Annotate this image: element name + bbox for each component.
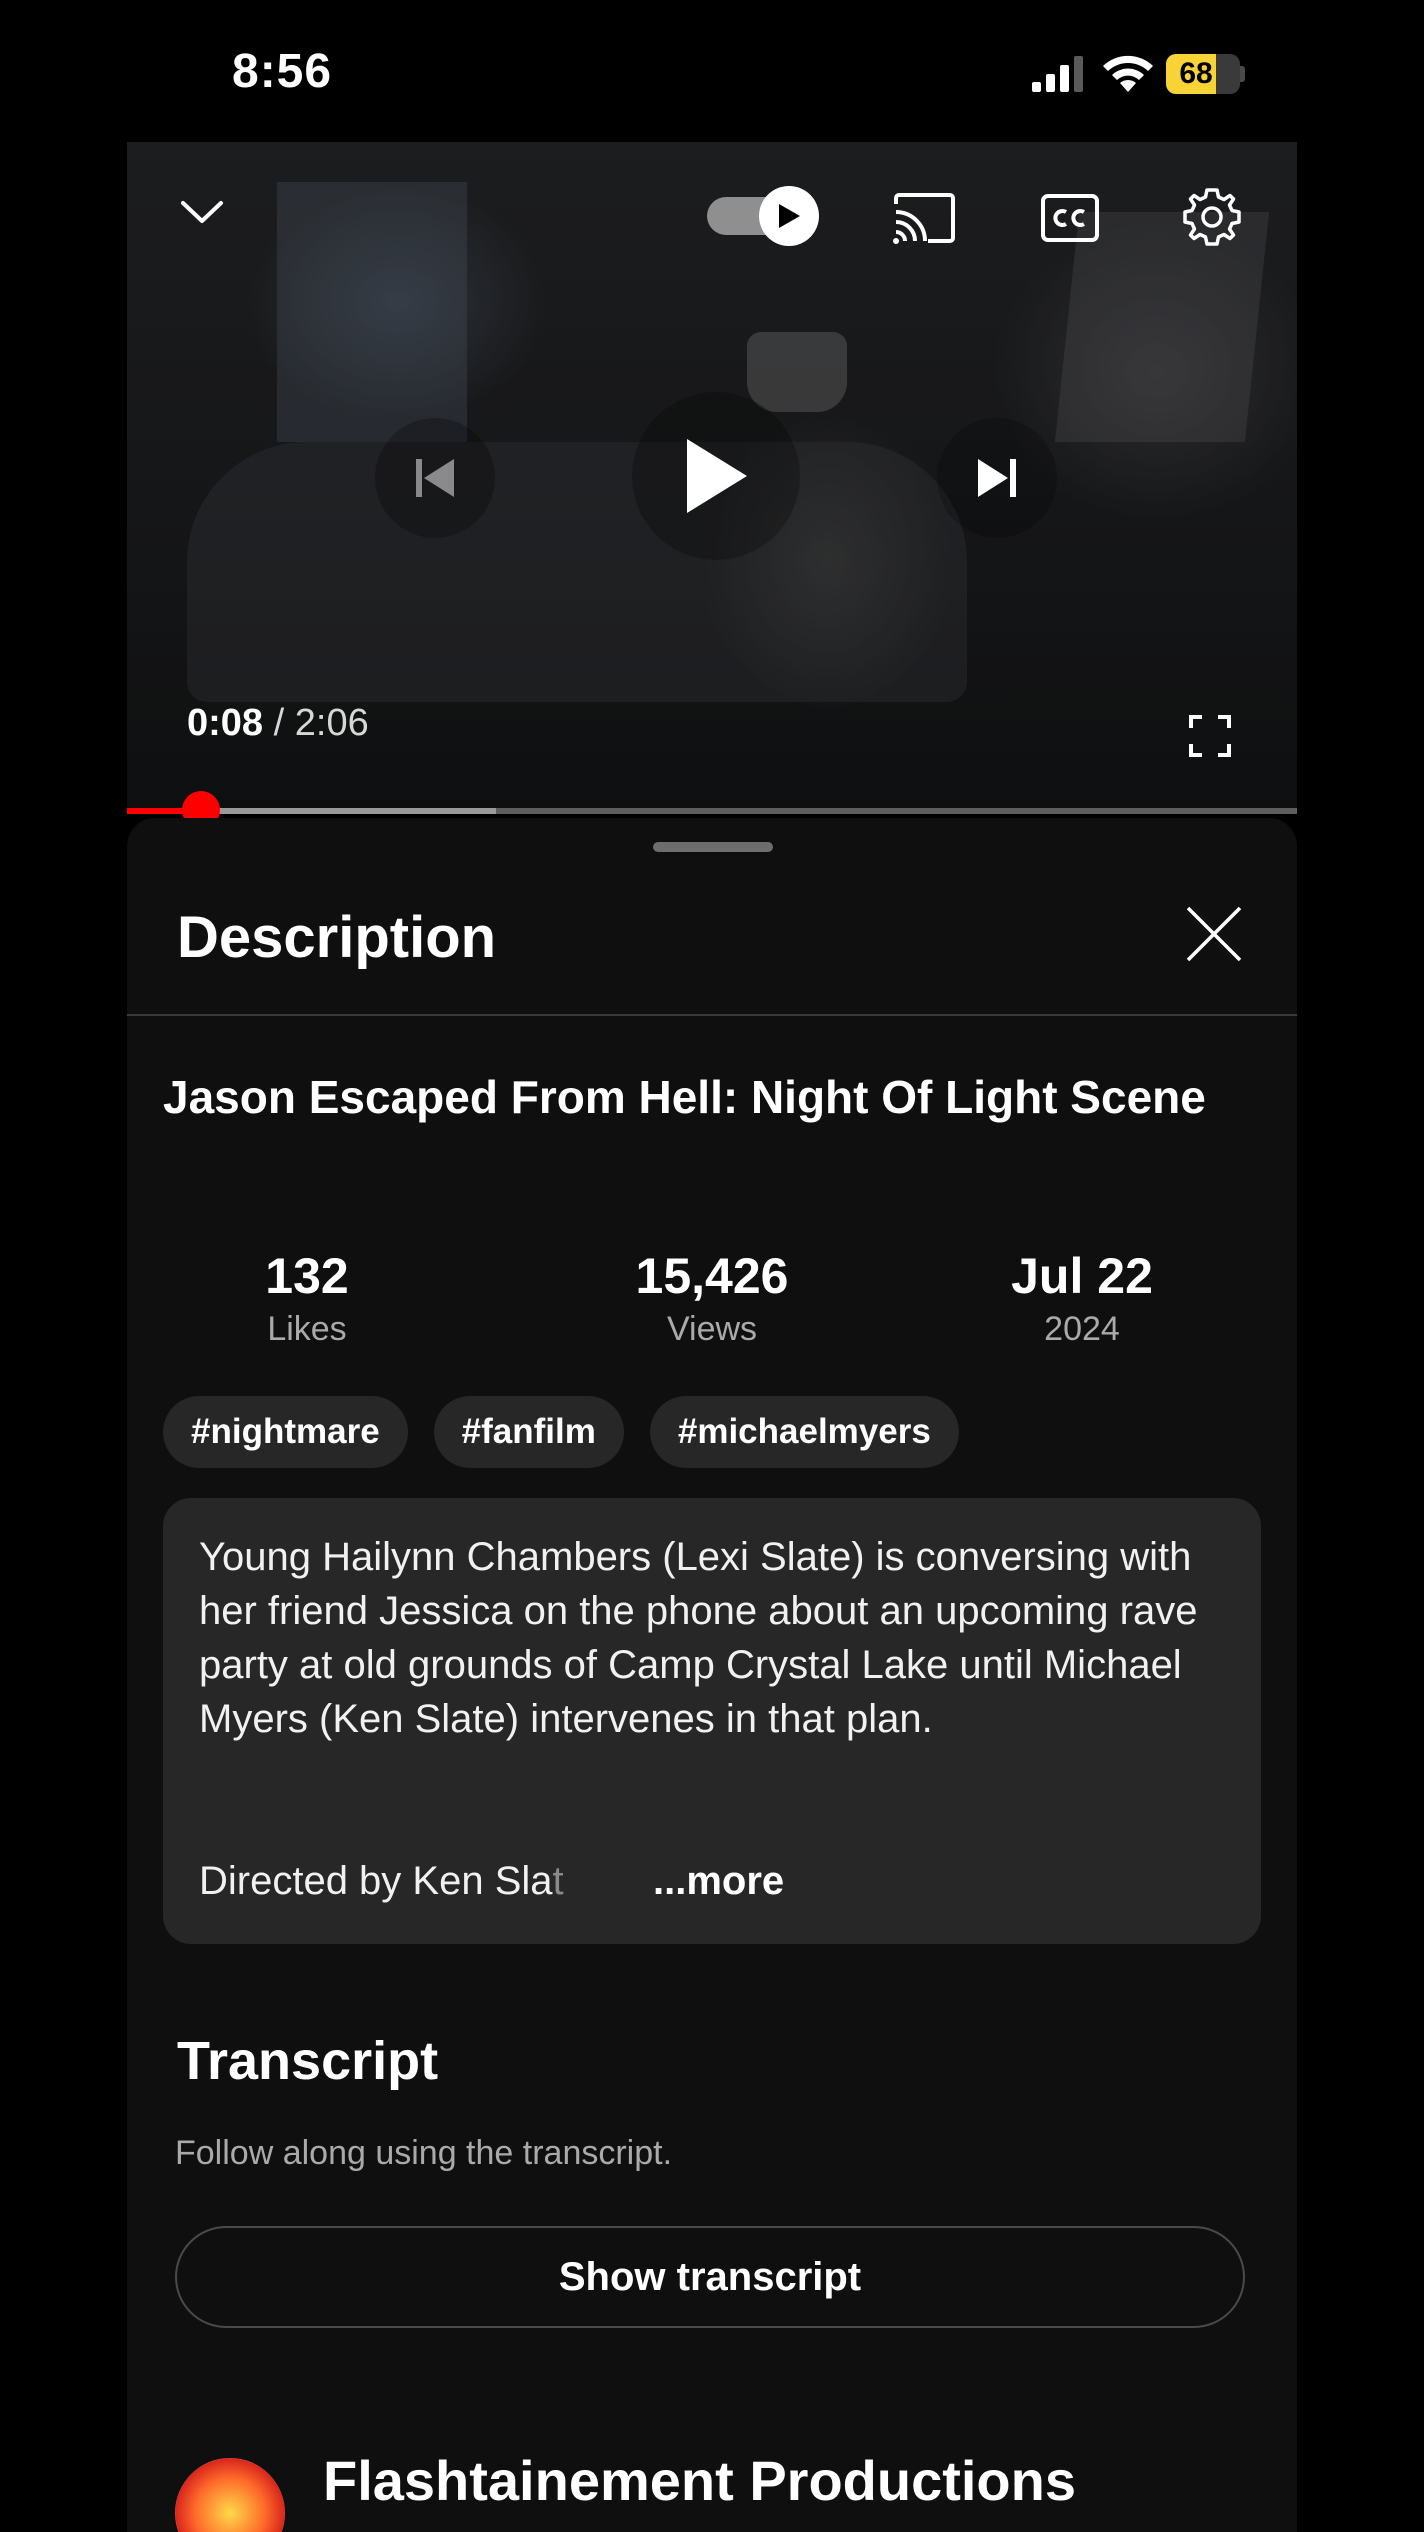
stat-views: 15,426 Views [532,1246,892,1352]
autoplay-toggle[interactable] [707,186,819,246]
description-sheet: Description Jason Escaped From Hell: Nig… [127,818,1297,2532]
chevron-down-icon [181,201,223,223]
video-duration: 2:06 [294,702,369,744]
next-video-button[interactable] [937,418,1057,538]
stat-likes: 132 Likes [127,1246,487,1352]
hashtag-list: #nightmare #fanfilm #michaelmyers [163,1396,959,1468]
wifi-icon [1103,55,1153,92]
collapse-player-button[interactable] [167,182,237,242]
description-truncated-line: Directed by Ken Slat [199,1854,564,1908]
play-button[interactable] [632,392,800,560]
time-separator: / [273,702,285,744]
likes-count: 132 [265,1248,349,1304]
show-transcript-button[interactable]: Show transcript [175,2226,1245,2328]
fullscreen-icon [1189,715,1231,757]
time-readout: 0:08 / 2:06 [187,702,369,745]
transcript-title: Transcript [177,2031,439,2091]
description-box[interactable]: Young Hailynn Chambers (Lexi Slate) is c… [163,1498,1261,1944]
channel-avatar[interactable] [175,2458,285,2532]
more-link[interactable]: ...more [653,1854,784,1908]
cast-icon [893,193,955,244]
battery-indicator: 68 [1166,54,1240,94]
views-label: Views [666,1310,758,1348]
sheet-title: Description [177,905,497,970]
close-sheet-button[interactable] [1182,902,1246,966]
video-player[interactable]: 0:08 / 2:06 [127,142,1297,810]
settings-button[interactable] [1177,182,1247,252]
progress-bar[interactable] [127,791,1297,829]
channel-name[interactable]: Flashtainement Productions [323,2448,1076,2513]
cellular-signal-icon [1032,56,1083,92]
sheet-drag-handle[interactable] [653,842,773,852]
description-truncated-text: Directed by Ken Sla [199,1859,553,1903]
transcript-subtitle: Follow along using the transcript. [175,2134,673,2172]
battery-percent: 68 [1179,57,1213,90]
upload-year: 2024 [1044,1310,1120,1348]
status-bar: 8:56 68 [0,0,1424,142]
hashtag-chip[interactable]: #nightmare [163,1396,408,1468]
current-time: 0:08 [187,702,264,744]
channel-row[interactable]: Flashtainement Productions [175,2449,1275,2532]
sheet-divider [127,1014,1297,1016]
previous-icon [416,459,454,497]
likes-label: Likes [267,1310,347,1348]
captions-button[interactable] [1037,188,1103,248]
play-icon [687,439,747,513]
hashtag-chip[interactable]: #michaelmyers [649,1396,959,1468]
stat-date: Jul 22 2024 [902,1246,1262,1352]
description-text: Young Hailynn Chambers (Lexi Slate) is c… [199,1535,1198,1741]
description-fade-text: t [552,1859,564,1903]
upload-date: Jul 22 [1011,1248,1153,1304]
autoplay-knob [759,186,819,246]
previous-video-button[interactable] [375,418,495,538]
cc-icon [1041,194,1099,242]
video-title: Jason Escaped From Hell: Night Of Light … [163,1071,1206,1123]
fullscreen-button[interactable] [1182,708,1238,764]
video-stats: 132 Likes 15,426 Views Jul 22 2024 [127,1246,1297,1356]
status-time: 8:56 [232,45,333,98]
hashtag-chip[interactable]: #fanfilm [433,1396,624,1468]
cast-button[interactable] [889,188,959,248]
battery-tip [1240,66,1245,82]
next-icon [978,459,1016,497]
gear-icon [1183,188,1241,246]
close-icon [1186,906,1242,962]
autoplay-toggle-icon [779,204,800,228]
views-count: 15,426 [635,1248,789,1304]
